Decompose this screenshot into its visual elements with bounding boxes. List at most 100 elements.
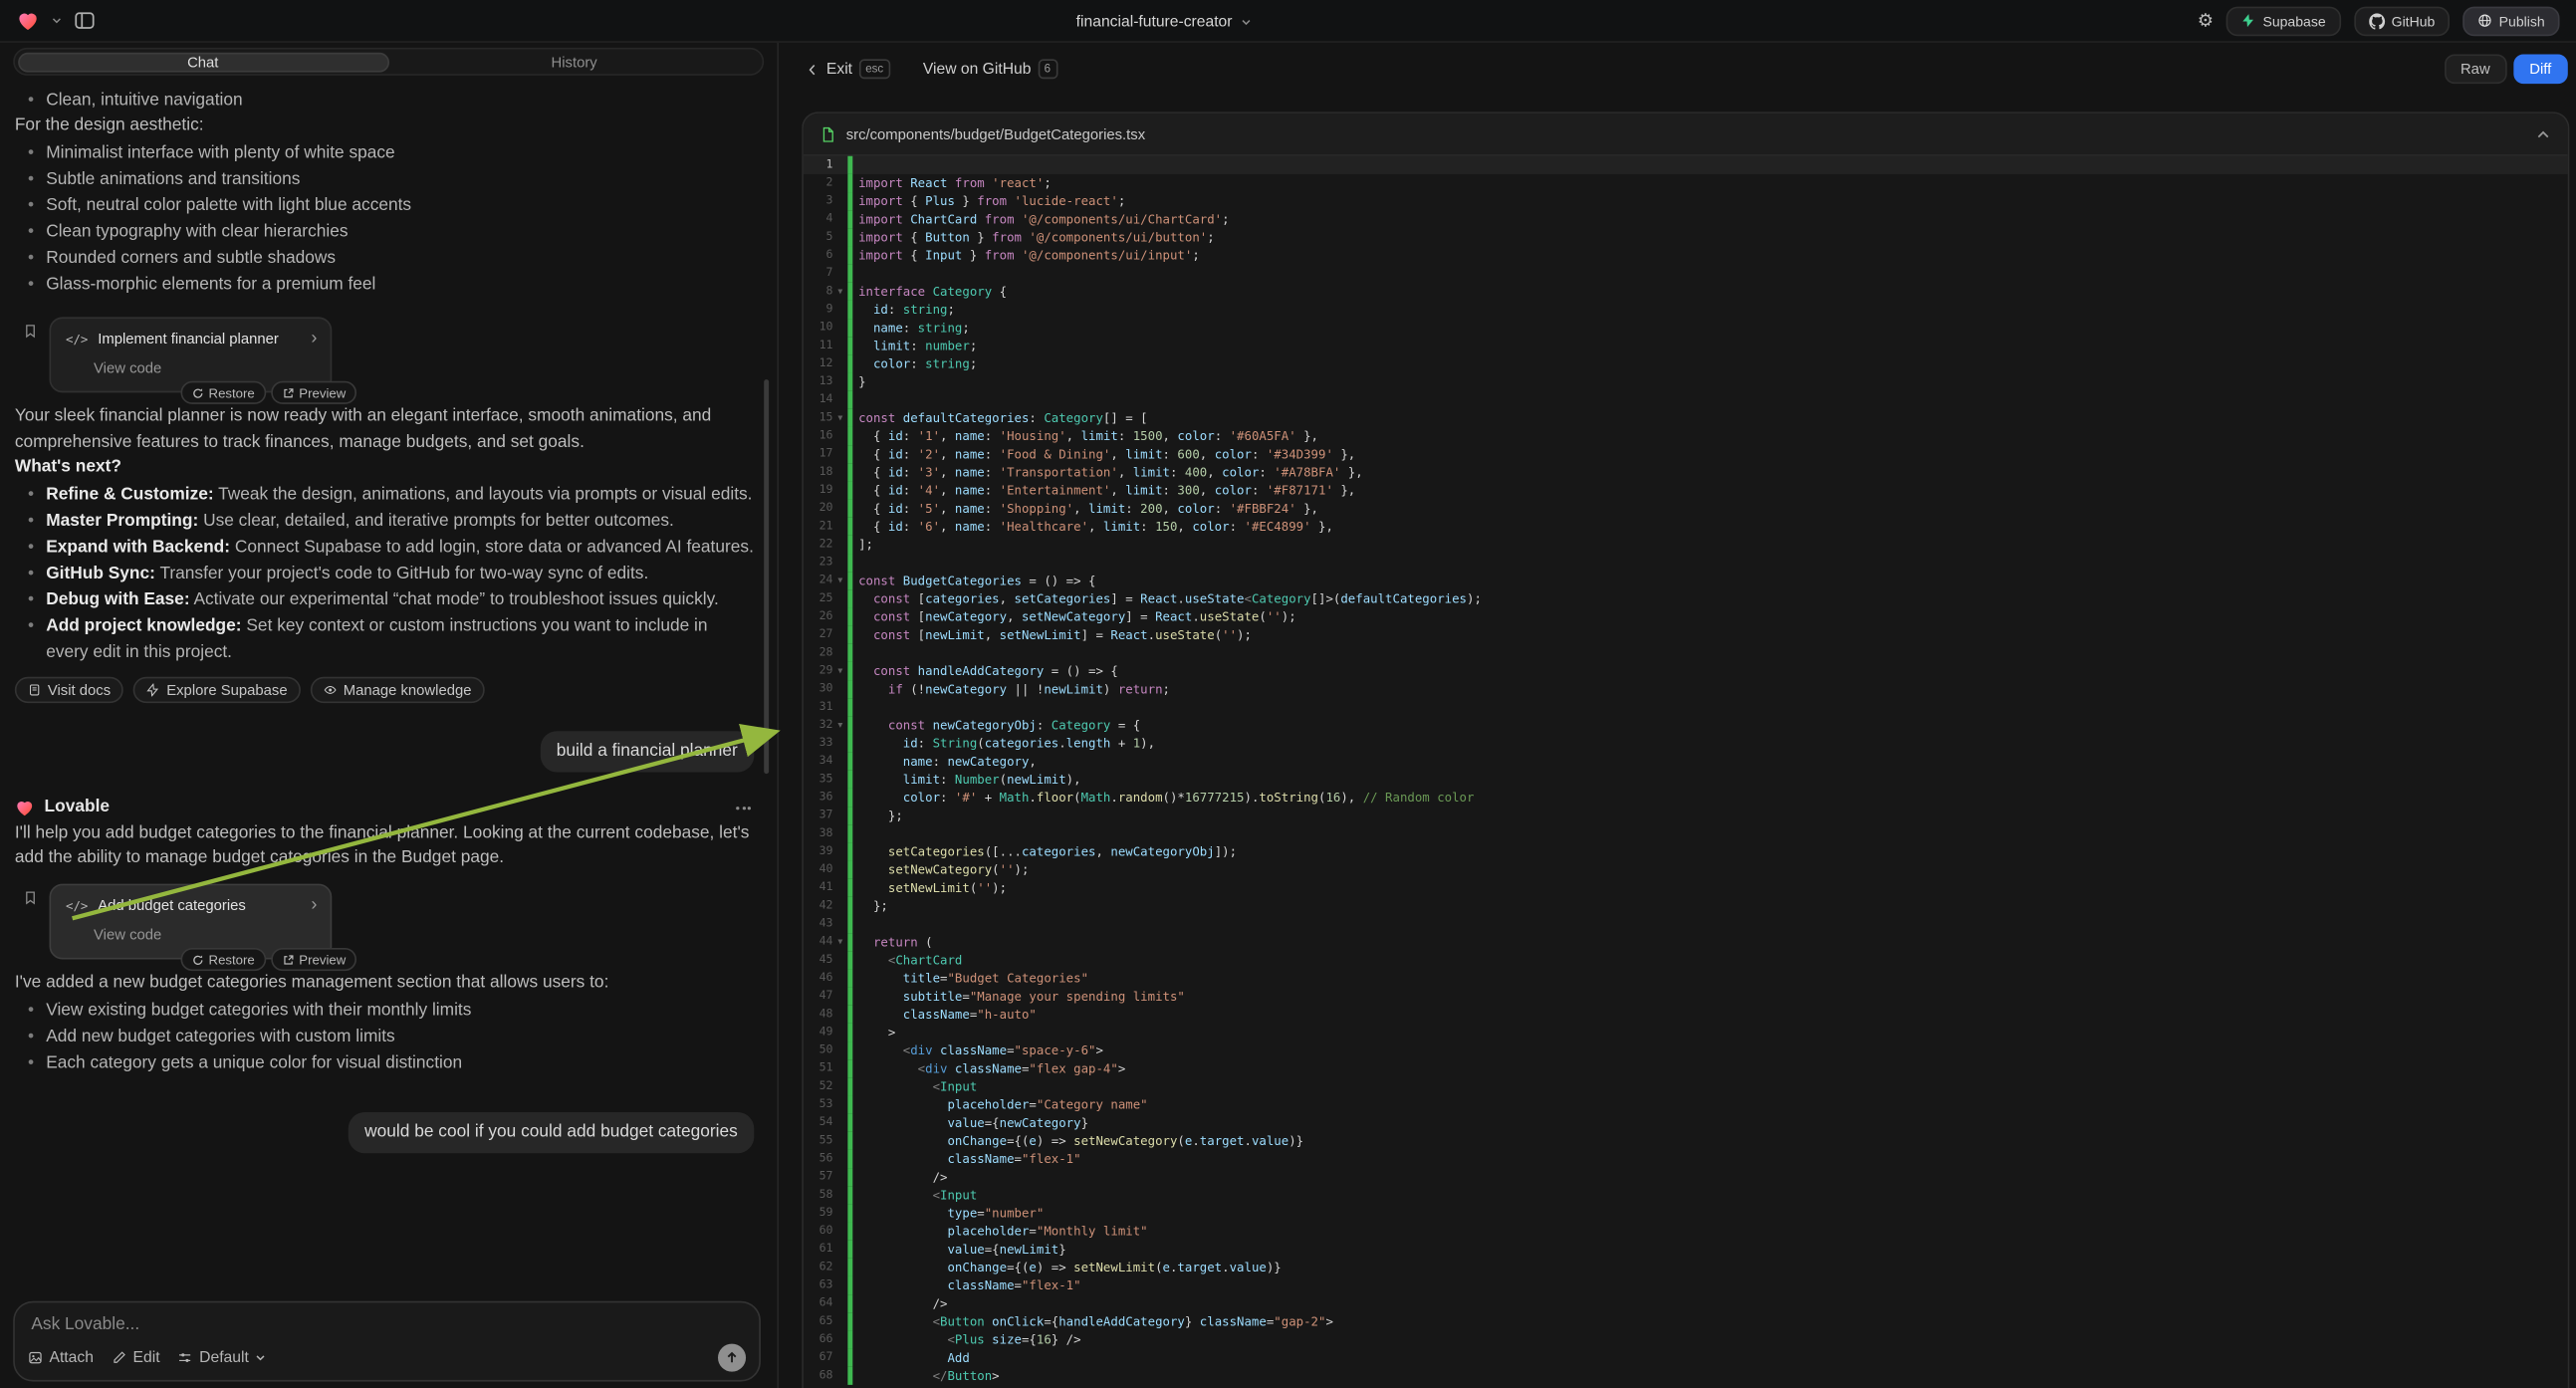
fold-gutter — [832, 1312, 847, 1330]
fold-gutter — [832, 481, 847, 499]
github-button[interactable]: GitHub — [2354, 6, 2450, 36]
line-number: 46 — [804, 969, 833, 987]
list-item: Expand with Backend: Connect Supabase to… — [46, 533, 754, 559]
line-number: 4 — [804, 210, 833, 228]
fold-gutter — [832, 1006, 847, 1024]
fold-gutter — [832, 156, 847, 174]
fold-gutter — [832, 1041, 847, 1059]
fold-chevron-icon[interactable]: ▾ — [832, 933, 847, 951]
code-icon: </> — [66, 327, 88, 352]
code-text: className="flex-1" — [851, 1150, 1080, 1168]
logo-menu-chevron-icon[interactable] — [51, 15, 63, 27]
edit-button[interactable]: Edit — [112, 1349, 159, 1367]
toggle-sidebar-icon[interactable] — [74, 10, 95, 31]
exit-button[interactable]: Exit esc — [805, 59, 889, 79]
raw-toggle-button[interactable]: Raw — [2444, 54, 2506, 84]
fold-chevron-icon[interactable]: ▾ — [832, 716, 847, 734]
restore-label: Restore — [209, 385, 255, 400]
chevron-right-icon[interactable]: › — [311, 330, 317, 347]
code-line: 13} — [804, 373, 2568, 391]
code-text: import ChartCard from '@/components/ui/C… — [851, 210, 1229, 228]
code-editor[interactable]: 1 2import React from 'react';3import { P… — [804, 156, 2568, 1385]
code-text: }; — [851, 897, 887, 915]
code-text: placeholder="Category name" — [851, 1095, 1147, 1113]
tab-chat[interactable]: Chat — [17, 52, 388, 72]
code-line: 37 }; — [804, 807, 2568, 824]
code-line: 59 type="number" — [804, 1204, 2568, 1222]
fold-gutter — [832, 1223, 847, 1241]
code-text: setCategories([...categories, newCategor… — [851, 842, 1237, 860]
whats-next-heading: What's next? — [15, 455, 754, 481]
supabase-button[interactable]: Supabase — [2226, 6, 2340, 36]
publish-button[interactable]: Publish — [2462, 6, 2559, 36]
chat-input[interactable] — [28, 1312, 746, 1335]
code-text: <Input — [851, 1077, 977, 1095]
send-button[interactable] — [718, 1344, 746, 1372]
line-number: 23 — [804, 554, 833, 572]
line-number: 26 — [804, 607, 833, 625]
view-code-link[interactable]: View code — [94, 355, 317, 381]
fold-gutter — [832, 1241, 847, 1259]
settings-gear-icon[interactable]: ⚙ — [2198, 12, 2214, 30]
view-code-link[interactable]: View code — [94, 922, 317, 948]
code-line: 12 color: string; — [804, 354, 2568, 372]
preview-button[interactable]: Preview — [271, 948, 357, 971]
attach-button[interactable]: Attach — [28, 1349, 94, 1367]
file-header[interactable]: src/components/budget/BudgetCategories.t… — [804, 114, 2568, 156]
supabase-label: Supabase — [2262, 12, 2325, 28]
file-path: src/components/budget/BudgetCategories.t… — [846, 125, 1145, 141]
design-aesthetic-heading: For the design aesthetic: — [15, 114, 754, 139]
app-window: financial-future-creator ⚙ Supabase GitH… — [0, 0, 2576, 1388]
line-number: 2 — [804, 174, 833, 192]
fold-gutter — [832, 319, 847, 337]
code-text: import React from 'react'; — [851, 174, 1051, 192]
project-name-button[interactable]: financial-future-creator — [1076, 0, 1253, 43]
manage-knowledge-button[interactable]: Manage knowledge — [311, 676, 485, 702]
restore-button[interactable]: Restore — [180, 948, 266, 971]
line-number: 40 — [804, 861, 833, 879]
fold-gutter — [832, 1186, 847, 1204]
mode-selector-button[interactable]: Default — [178, 1349, 267, 1367]
code-line: 61 value={newLimit} — [804, 1241, 2568, 1259]
code-text — [851, 915, 865, 933]
bookmark-icon[interactable] — [23, 323, 38, 338]
bookmark-icon[interactable] — [23, 889, 38, 904]
code-line: 48 className="h-auto" — [804, 1006, 2568, 1024]
fold-gutter — [832, 1168, 847, 1186]
view-on-github-link[interactable]: View on GitHub 6 — [923, 59, 1057, 79]
code-text: id: string; — [851, 301, 954, 319]
code-text: </Button> — [851, 1367, 999, 1385]
version-card-title: Implement financial planner — [98, 327, 279, 352]
fold-chevron-icon[interactable]: ▾ — [832, 662, 847, 680]
code-line: 44▾ return ( — [804, 933, 2568, 951]
preview-button[interactable]: Preview — [271, 381, 357, 404]
chevron-right-icon[interactable]: › — [311, 896, 317, 914]
code-toolbar: Exit esc View on GitHub 6 Raw Diff — [779, 48, 2576, 91]
code-line: 64 /> — [804, 1294, 2568, 1312]
message-options-icon[interactable] — [736, 807, 754, 810]
code-text: import { Input } from '@/components/ui/i… — [851, 246, 1199, 264]
line-number: 42 — [804, 897, 833, 915]
fold-gutter — [832, 753, 847, 771]
tab-history[interactable]: History — [388, 52, 760, 72]
preview-icon — [283, 954, 295, 966]
chat-panel: Chat History Clean, intuitive navigation… — [0, 43, 779, 1388]
fold-chevron-icon[interactable]: ▾ — [832, 572, 847, 589]
lovable-logo-heart-icon[interactable] — [16, 9, 39, 32]
collapse-chevron-up-icon[interactable] — [2535, 125, 2551, 141]
visit-docs-button[interactable]: Visit docs — [15, 676, 123, 702]
chat-composer: Attach Edit Default — [13, 1301, 761, 1382]
code-text: title="Budget Categories" — [851, 969, 1088, 987]
fold-chevron-icon[interactable]: ▾ — [832, 283, 847, 301]
line-number: 25 — [804, 589, 833, 607]
chat-scrollbar[interactable] — [764, 379, 769, 774]
chat-message-list[interactable]: Clean, intuitive navigation For the desi… — [0, 76, 777, 1301]
view-on-github-label: View on GitHub — [923, 60, 1032, 78]
diff-toggle-button[interactable]: Diff — [2513, 54, 2568, 84]
fold-chevron-icon[interactable]: ▾ — [832, 409, 847, 427]
explore-supabase-button[interactable]: Explore Supabase — [133, 676, 301, 702]
code-line: 53 placeholder="Category name" — [804, 1095, 2568, 1113]
code-text: placeholder="Monthly limit" — [851, 1223, 1147, 1241]
restore-button[interactable]: Restore — [180, 381, 266, 404]
code-line: 43 — [804, 915, 2568, 933]
